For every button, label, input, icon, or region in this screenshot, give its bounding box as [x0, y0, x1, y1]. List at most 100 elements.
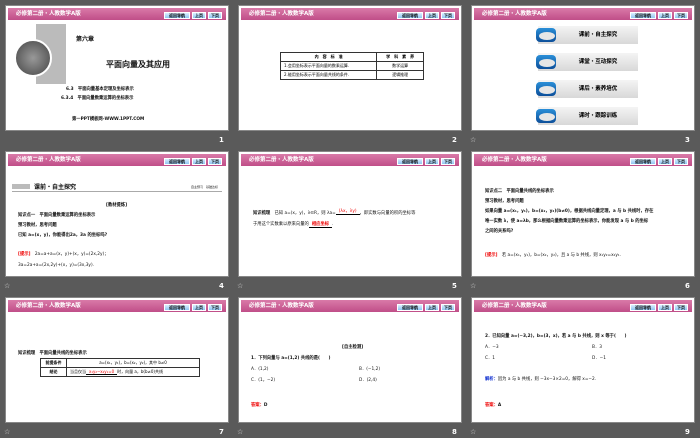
slide-header: 必修第二册・人教数学A版 返回导航 上页 下页	[241, 8, 459, 20]
table-cell: 逻辑推理	[376, 70, 424, 80]
slide-thumbnail[interactable]: 必修第二册・人教数学A版 返回导航 上页 下页 第六章 平面向量及其应用 6.3…	[5, 5, 229, 131]
analysis-label: 解析：	[485, 377, 498, 382]
chapter-label: 第六章	[76, 36, 95, 43]
table-cell: 数学运算	[376, 61, 424, 71]
nav-next-button[interactable]: 下页	[674, 12, 688, 19]
slide-number: 3	[685, 136, 690, 144]
blank-answer: (λx，λy)	[335, 209, 360, 215]
nav-home-button[interactable]: 返回导航	[397, 304, 423, 311]
slide-header: 必修第二册・人教数学A版 返回导航 上页 下页	[474, 154, 692, 166]
menu-label: 课堂・互动探究	[578, 59, 618, 65]
menu-label: 课时・跟踪训练	[578, 113, 618, 119]
section-title: 课前・自主探究	[34, 184, 77, 191]
nav-next-button[interactable]: 下页	[674, 158, 688, 165]
nav-prev-button[interactable]: 上页	[425, 158, 439, 165]
menu-icon	[536, 55, 556, 69]
nav-home-button[interactable]: 返回导航	[630, 12, 656, 19]
nav-home-button[interactable]: 返回导航	[164, 304, 190, 311]
nav-prev-button[interactable]: 上页	[658, 304, 672, 311]
nav-prev-button[interactable]: 上页	[192, 304, 206, 311]
animation-icon: ☆	[470, 136, 477, 144]
text: 于用这个实数乘以原来向量的	[253, 222, 309, 227]
nav-home-button[interactable]: 返回导航	[164, 12, 190, 19]
header-title: 必修第二册・人教数学A版	[16, 303, 81, 309]
chapter-image	[14, 39, 52, 77]
slide-header: 必修第二册・人教数学A版 返回导航 上页 下页	[241, 154, 459, 166]
nav-home-button[interactable]: 返回导航	[164, 158, 190, 165]
nav-home-button[interactable]: 返回导航	[397, 12, 423, 19]
nav-prev-button[interactable]: 上页	[658, 158, 672, 165]
header-title: 必修第二册・人教数学A版	[16, 11, 81, 17]
text: 当且仅当	[70, 369, 86, 374]
text: .	[332, 222, 334, 227]
text-line: 唯一实数 λ，使 a=λb，那么根据向量数乘运算的坐标表示，你能发现 a 与 b…	[485, 219, 649, 224]
header-title: 必修第二册・人教数学A版	[482, 303, 547, 309]
header-title: 必修第二册・人教数学A版	[249, 157, 314, 163]
option: C．1	[485, 356, 496, 361]
nav-prev-button[interactable]: 上页	[425, 304, 439, 311]
slide-thumbnail[interactable]: 必修第二册・人教数学A版 返回导航 上页 下页 [自主检测] 1．下列向量与 a…	[238, 297, 462, 423]
menu-button[interactable]: 课时・跟踪训练	[536, 107, 638, 125]
nav-prev-button[interactable]: 上页	[192, 158, 206, 165]
blank-answer: x₁y₂−x₂y₁=0	[86, 369, 118, 375]
nav-prev-button[interactable]: 上页	[658, 12, 672, 19]
menu-label: 课前・自主探究	[578, 32, 618, 38]
slide-thumbnail[interactable]: 必修第二册・人教数学A版 返回导航 上页 下页 知识梳理 平面向量共线的坐标表示…	[5, 297, 229, 423]
nav-next-button[interactable]: 下页	[674, 304, 688, 311]
answer-label: 答案：	[485, 403, 498, 408]
menu-button[interactable]: 课堂・互动探究	[536, 53, 638, 71]
nav-next-button[interactable]: 下页	[208, 158, 222, 165]
blank-answer: 相应坐标	[308, 222, 333, 228]
text-line: 如果向量 a=(x₁，y₁)，b=(x₂，y₂)(b≠0)，根据共线向量定理，a…	[485, 209, 654, 214]
nav-next-button[interactable]: 下页	[208, 304, 222, 311]
condition-table: 前提条件 a=(x₁，y₁)，b=(x₂，y₂)，其中 b≠0 结论 当且仅当 x₁y…	[40, 358, 200, 377]
slide-number: 5	[452, 282, 457, 290]
option: D．−1	[592, 356, 606, 361]
table-cell: a=(x₁，y₁)，b=(x₂，y₂)，其中 b≠0	[66, 358, 200, 368]
nav-next-button[interactable]: 下页	[441, 12, 455, 19]
option: D．(2,4)	[359, 378, 377, 383]
slide-thumbnail[interactable]: 必修第二册・人教数学A版 返回导航 上页 下页 内 容 标 准学 科 素 养 1…	[238, 5, 462, 131]
menu-label: 课后・素养培优	[578, 86, 618, 92]
slide-header: 必修第二册・人教数学A版 返回导航 上页 下页	[8, 300, 226, 312]
slide-header: 必修第二册・人教数学A版 返回导航 上页 下页	[8, 8, 226, 20]
nav-next-button[interactable]: 下页	[441, 158, 455, 165]
standards-table: 内 容 标 准学 科 素 养 1.会用坐标表示平面向量的数乘运算. 数学运算 2.…	[279, 52, 424, 80]
slide-number: 9	[685, 428, 690, 436]
animation-icon: ☆	[4, 282, 11, 290]
hint-label: [提示]	[485, 253, 498, 258]
nav-home-button[interactable]: 返回导航	[397, 158, 423, 165]
slide-thumbnail[interactable]: 必修第二册・人教数学A版 返回导航 上页 下页 课前・自主探究 课堂・互动探究 课后…	[471, 5, 695, 131]
slide-thumbnail[interactable]: 必修第二册・人教数学A版 返回导航 上页 下页 知识点二 平面向量共线的坐标表示…	[471, 151, 695, 277]
slide-number: 7	[219, 428, 224, 436]
header-title: 必修第二册・人教数学A版	[249, 11, 314, 17]
header-title: 必修第二册・人教数学A版	[16, 157, 81, 163]
prefix: 知识梳理	[253, 211, 271, 216]
header-title: 必修第二册・人教数学A版	[249, 303, 314, 309]
nav-next-button[interactable]: 下页	[208, 12, 222, 19]
nav-prev-button[interactable]: 上页	[192, 12, 206, 19]
slide-thumbnail[interactable]: 必修第二册・人教数学A版 返回导航 上页 下页 知识梳理 已知 a=(x，y)，…	[238, 151, 462, 277]
subsection-title: 6.3.4 平面向量数乘运算的坐标表示	[61, 96, 134, 101]
slide-number: 1	[219, 136, 224, 144]
label: [教材提炼]	[106, 203, 128, 208]
section-title: 6.3 平面向量基本定理及坐标表示	[66, 87, 134, 92]
question: 2．已知向量 a=(−3,2)，b=(3，x)，若 a 与 b 共线，则 x 等…	[485, 334, 627, 339]
nav-home-button[interactable]: 返回导航	[630, 304, 656, 311]
answer-label: 答案：	[251, 403, 264, 408]
option: A．−3	[485, 345, 499, 350]
menu-button[interactable]: 课前・自主探究	[536, 26, 638, 44]
answer: D	[263, 403, 268, 408]
table-header: 内 容 标 准	[279, 52, 378, 62]
nav-prev-button[interactable]: 上页	[425, 12, 439, 19]
nav-home-button[interactable]: 返回导航	[630, 158, 656, 165]
text-line: 知识点二 平面向量共线的坐标表示	[485, 189, 554, 194]
slide-thumbnail[interactable]: 必修第二册・人教数学A版 返回导航 上页 下页 课前・自主探究 自主预习 基础达…	[5, 151, 229, 277]
slide-thumbnail[interactable]: 必修第二册・人教数学A版 返回导航 上页 下页 2．已知向量 a=(−3,2)，…	[471, 297, 695, 423]
section-subtitle: 自主预习 基础达标	[191, 185, 219, 189]
nav-next-button[interactable]: 下页	[441, 304, 455, 311]
animation-icon: ☆	[470, 428, 477, 436]
analysis-text: 因为 a 与 b 共线，则 −3x−3×2=0，解得 x=−2.	[497, 377, 597, 382]
menu-button[interactable]: 课后・素养培优	[536, 80, 638, 98]
slide-number: 2	[452, 136, 457, 144]
